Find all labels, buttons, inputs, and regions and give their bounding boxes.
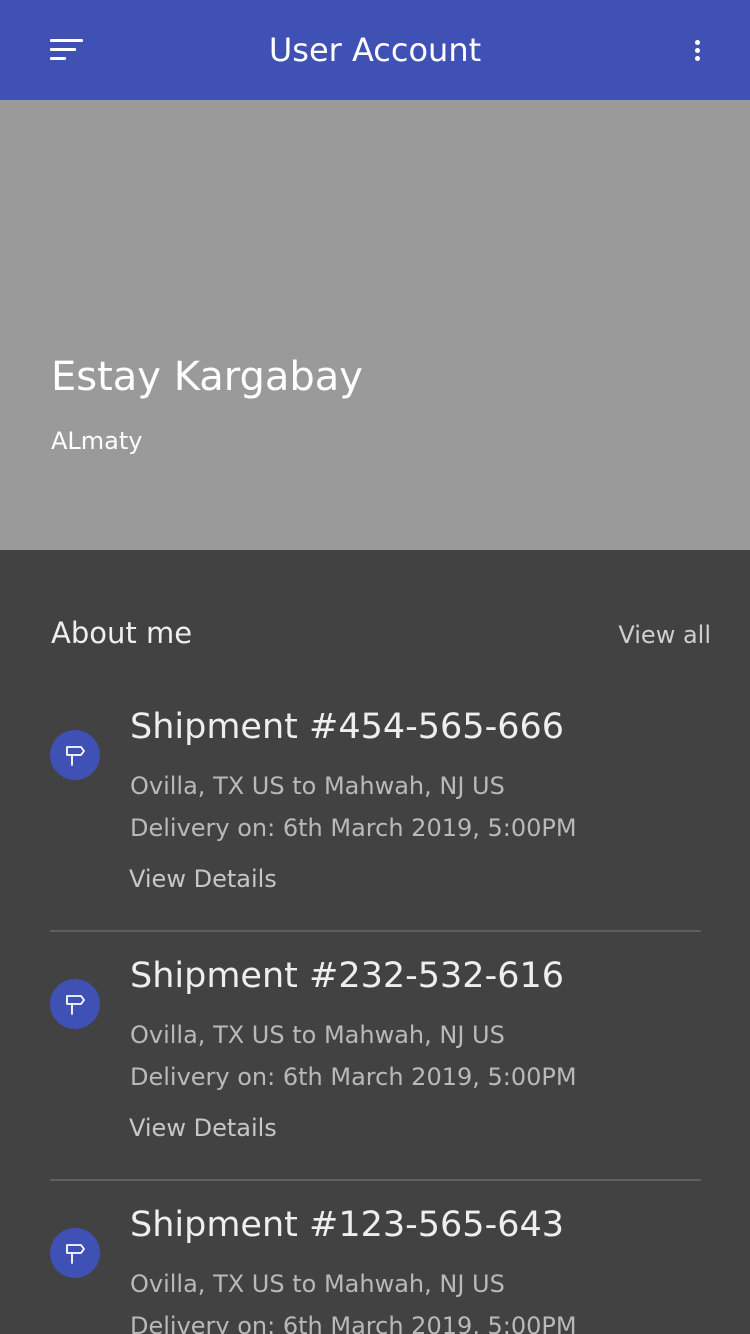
profile-name: Estay Kargabay (51, 354, 363, 400)
divider (50, 1179, 701, 1181)
shipment-title: Shipment #454-565-666 (130, 707, 564, 747)
more-vertical-icon[interactable] (686, 34, 710, 66)
profile-city: ALmaty (51, 427, 143, 455)
shipment-route: Ovilla, TX US to Mahwah, NJ US (130, 1021, 505, 1049)
user-account-screen: User Account Estay Kargabay ALmaty About… (0, 0, 750, 1334)
shipment-title: Shipment #232-532-616 (130, 956, 564, 996)
section-title-about: About me (51, 616, 193, 650)
shipment-title: Shipment #123-565-643 (130, 1205, 564, 1245)
shipment-route: Ovilla, TX US to Mahwah, NJ US (130, 1270, 505, 1298)
profile-header: Estay Kargabay ALmaty (0, 100, 750, 550)
signpost-icon (50, 730, 100, 780)
signpost-icon (50, 979, 100, 1029)
shipment-delivery: Delivery on: 6th March 2019, 5:00PM (130, 1063, 577, 1091)
view-details-link[interactable]: View Details (129, 863, 277, 895)
shipment-delivery: Delivery on: 6th March 2019, 5:00PM (130, 814, 577, 842)
shipment-item: Shipment #123-565-643 Ovilla, TX US to M… (0, 1202, 750, 1334)
shipment-item: Shipment #454-565-666 Ovilla, TX US to M… (0, 704, 750, 953)
signpost-icon (50, 1228, 100, 1278)
app-bar: User Account (0, 0, 750, 100)
shipment-delivery: Delivery on: 6th March 2019, 5:00PM (130, 1312, 577, 1334)
shipment-route: Ovilla, TX US to Mahwah, NJ US (130, 772, 505, 800)
view-details-link[interactable]: View Details (129, 1112, 277, 1144)
page-title: User Account (268, 31, 482, 69)
view-all-link[interactable]: View all (618, 618, 711, 652)
shipment-item: Shipment #232-532-616 Ovilla, TX US to M… (0, 953, 750, 1202)
divider (50, 930, 701, 932)
